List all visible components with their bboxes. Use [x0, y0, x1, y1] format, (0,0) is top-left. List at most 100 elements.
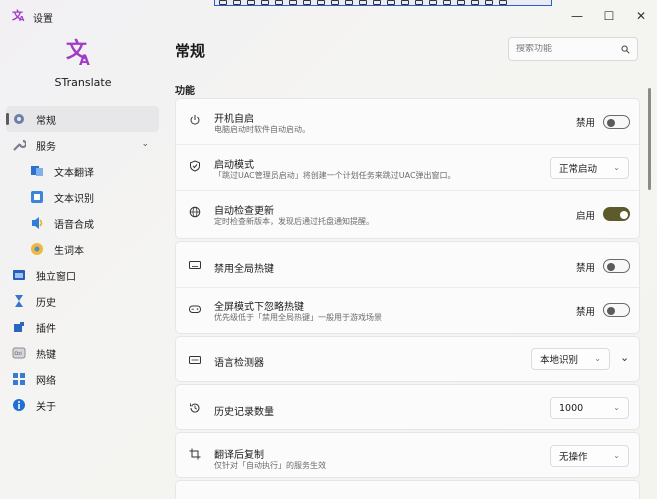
sidebar-item-hotkeys[interactable]: Ctrl 热键 — [6, 340, 159, 366]
minimize-button[interactable]: — — [561, 6, 593, 26]
toggle-state-label: 启用 — [576, 211, 596, 222]
select-value: 1000 — [559, 402, 584, 414]
expand-chevron-icon[interactable]: ⌄ — [620, 351, 629, 364]
toolbar-tool-icon[interactable] — [443, 0, 451, 5]
toolbar-tool-icon[interactable] — [457, 0, 465, 5]
ctrl-key-icon: Ctrl — [12, 346, 26, 360]
sidebar-item-network[interactable]: 网络 — [6, 366, 159, 392]
toolbar-tool-icon[interactable] — [373, 0, 381, 5]
sidebar-item-label: 独立窗口 — [36, 271, 76, 283]
wrench-icon — [12, 138, 26, 152]
lang-detector-select[interactable]: 本地识别 ⌄ — [531, 348, 610, 370]
app-name: STranslate — [54, 76, 112, 89]
sidebar: 文 A STranslate 常规 服务 ⌄ 文本翻译 文本识别 语音合成 生词… — [0, 32, 166, 499]
settings-gear-icon — [12, 112, 26, 126]
sidebar-item-history[interactable]: 历史 — [6, 288, 159, 314]
select-value: 正常启动 — [559, 164, 598, 175]
app-logo-icon: 文 A — [12, 8, 25, 22]
toggle-state-label: 禁用 — [576, 263, 596, 274]
setting-title: 翻译后复制 — [214, 450, 264, 461]
sidebar-item-services[interactable]: 服务 ⌄ — [6, 132, 159, 158]
setting-row-disable-hotkey: 禁用全局热键 禁用 — [176, 242, 639, 288]
auto-update-toggle[interactable] — [603, 207, 630, 221]
disable-hotkey-toggle[interactable] — [603, 259, 630, 273]
crop-icon — [189, 448, 201, 460]
toolbar-tool-icon[interactable] — [317, 0, 325, 5]
toolbar-tool-icon[interactable] — [261, 0, 269, 5]
scrollbar[interactable] — [648, 88, 651, 190]
ocr-icon — [30, 190, 44, 204]
toolbar-tool-icon[interactable] — [471, 0, 479, 5]
setting-row-auto-update: 自动检查更新 定时检查新版本，发现后通过托盘通知提醒。 启用 — [176, 191, 639, 237]
setting-title: 开机自启 — [214, 114, 254, 125]
search-icon[interactable] — [621, 45, 630, 54]
sidebar-item-text-ocr[interactable]: 文本识别 — [6, 184, 159, 210]
toolbar-tool-icon[interactable] — [233, 0, 241, 5]
setting-description: 定时检查新版本，发现后通过托盘通知提醒。 — [214, 217, 374, 226]
notebook-icon — [30, 242, 44, 256]
sidebar-item-label: 文本翻译 — [54, 167, 94, 179]
copy-after-select[interactable]: 无操作 ⌄ — [550, 445, 629, 467]
sidebar-item-vocab[interactable]: 生词本 — [6, 236, 159, 262]
fullscreen-hotkey-toggle[interactable] — [603, 303, 630, 317]
toggle-knob — [620, 210, 628, 219]
settings-group — [175, 480, 640, 499]
chevron-down-icon[interactable]: ⌄ — [141, 139, 149, 149]
toolbar-tool-icon[interactable] — [387, 0, 395, 5]
select-value: 本地识别 — [540, 355, 579, 366]
setting-row-lang-detector[interactable]: 语言检测器 本地识别 ⌄ ⌄ — [175, 336, 640, 382]
plugin-icon — [12, 320, 26, 334]
sidebar-item-plugins[interactable]: 插件 — [6, 314, 159, 340]
sidebar-item-text-translate[interactable]: 文本翻译 — [6, 158, 159, 184]
setting-title: 历史记录数量 — [214, 407, 274, 418]
sidebar-item-label: 服务 — [36, 141, 56, 153]
toggle-knob — [607, 306, 615, 315]
toolbar-tool-icon[interactable] — [289, 0, 297, 5]
sidebar-item-label: 网络 — [36, 375, 56, 387]
svg-text:A: A — [19, 15, 25, 22]
setting-row-history-count: 历史记录数量 1000 ⌄ — [175, 384, 640, 430]
toolbar-tool-icon[interactable] — [331, 0, 339, 5]
toolbar-tool-icon[interactable] — [345, 0, 353, 5]
search-input[interactable] — [516, 44, 612, 54]
sidebar-item-general[interactable]: 常规 — [6, 106, 159, 132]
setting-row-start-mode: 启动模式 「跳过UAC管理员启动」将创建一个计划任务来跳过UAC弹出窗口。 正常… — [176, 145, 639, 191]
history-icon — [190, 403, 200, 413]
startup-toggle[interactable] — [603, 115, 630, 129]
search-box[interactable] — [508, 37, 638, 61]
toolbar-tool-icon[interactable] — [247, 0, 255, 5]
toggle-state-label: 禁用 — [576, 118, 596, 129]
toolbar-tool-icon[interactable] — [429, 0, 437, 5]
toolbar-tool-icon[interactable] — [401, 0, 409, 5]
language-icon — [189, 356, 201, 364]
section-title: 功能 — [175, 86, 195, 97]
sidebar-item-label: 语音合成 — [54, 219, 94, 231]
svg-text:A: A — [79, 53, 90, 66]
toolbar-tool-icon[interactable] — [303, 0, 311, 5]
sidebar-item-label: 热键 — [36, 349, 56, 361]
sidebar-item-label: 历史 — [36, 297, 56, 309]
globe-update-icon — [189, 206, 201, 218]
network-icon — [12, 372, 26, 386]
close-button[interactable]: ✕ — [625, 6, 657, 26]
toggle-knob — [607, 118, 615, 127]
toolbar-tool-icon[interactable] — [415, 0, 423, 5]
chevron-down-icon: ⌄ — [613, 451, 620, 460]
sidebar-item-label: 文本识别 — [54, 193, 94, 205]
settings-window: 文 A 设置 — ☐ ✕ 文 A STranslate 常规 服务 ⌄ 文本翻译… — [0, 0, 657, 499]
toolbar-tool-icon[interactable] — [275, 0, 283, 5]
sidebar-item-tts[interactable]: 语音合成 — [6, 210, 159, 236]
sidebar-item-standalone-window[interactable]: 独立窗口 — [6, 262, 159, 288]
history-count-select[interactable]: 1000 ⌄ — [550, 397, 629, 419]
toolbar-tool-icon[interactable] — [499, 0, 507, 5]
toolbar-tool-icon[interactable] — [219, 0, 227, 5]
shield-check-icon — [190, 160, 200, 172]
maximize-button[interactable]: ☐ — [593, 6, 625, 26]
toolbar-tool-icon[interactable] — [485, 0, 493, 5]
overlay-toolbar[interactable] — [214, 0, 552, 6]
window-icon — [12, 268, 26, 282]
start-mode-select[interactable]: 正常启动 ⌄ — [550, 157, 629, 179]
toolbar-tool-icon[interactable] — [359, 0, 367, 5]
sidebar-item-about[interactable]: 关于 — [6, 392, 159, 418]
toggle-state-label: 禁用 — [576, 307, 596, 318]
